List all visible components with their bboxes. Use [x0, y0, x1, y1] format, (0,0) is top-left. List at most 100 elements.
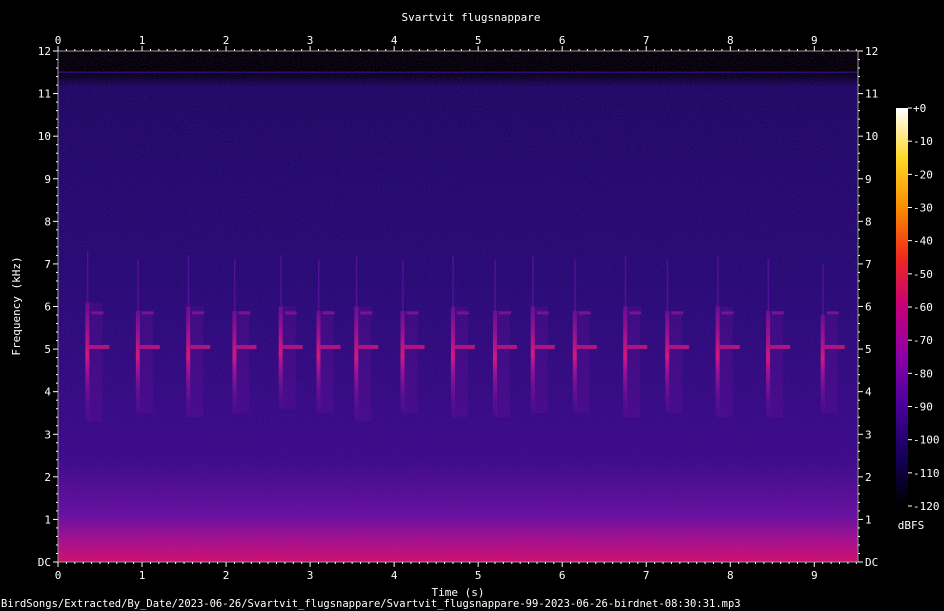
colorbar-tick-label: -50: [913, 268, 933, 281]
colorbar-tick-label: +0: [913, 102, 926, 115]
syllable-glow: [281, 306, 296, 409]
x-axis-top: 0 1 2 3 4 5 6 7 8 9: [55, 34, 857, 51]
syllable-glow: [403, 310, 418, 413]
spectrogram-chart: Svartvit flugsnappare 0123456789 0123456…: [1, 11, 940, 610]
syllable-trail: [402, 259, 404, 311]
syllable-trail: [624, 255, 627, 307]
syllable-glow: [235, 310, 250, 413]
colorbar-label: dBFS: [898, 519, 925, 532]
y-tick-label: 6: [44, 301, 51, 314]
x-tick-label: 8: [727, 569, 734, 582]
y-tick-label-right: 3: [865, 428, 872, 441]
x-tick-label: 3: [307, 569, 314, 582]
colorbar-tick-label: -120: [913, 500, 940, 513]
colorbar-tick-label: -110: [913, 467, 940, 480]
syllable-glow: [718, 306, 733, 418]
syllable-trail: [767, 259, 770, 311]
y-tick-label: 7: [44, 258, 51, 271]
syllable-trail: [717, 255, 719, 307]
syllable-glow: [495, 310, 510, 418]
syllable-harmonic: [826, 311, 839, 315]
colorbar-tick-label: -100: [913, 434, 940, 447]
syllable-trail: [233, 259, 236, 311]
y-tick-label: 2: [44, 471, 51, 484]
syllable-trail: [452, 255, 454, 307]
x-tick-label: 6: [559, 569, 566, 582]
x-tick-label-top: 1: [139, 34, 146, 47]
x-tick-label-top: 5: [475, 34, 482, 47]
colorbar-tick-label: -30: [913, 202, 933, 215]
y-tick-label-right: 10: [865, 130, 878, 143]
y-tick-label-right: 12: [865, 45, 878, 58]
syllable-glow: [626, 306, 641, 418]
footer-file-path: BirdSongs/Extracted/By_Date/2023-06-26/S…: [1, 598, 741, 610]
colorbar-strip: [896, 108, 908, 506]
colorbar-tick-label: -90: [913, 401, 933, 414]
colorbar-tick-label: -60: [913, 301, 933, 314]
x-tick-label: 7: [643, 569, 650, 582]
syllable-trail: [355, 255, 358, 307]
colorbar-tick-label: -80: [913, 367, 933, 380]
spectrogram-figure: Svartvit flugsnappare 0123456789 0123456…: [0, 0, 944, 611]
syllable-glow: [668, 310, 683, 413]
y-tick-label: 9: [44, 173, 51, 186]
y-tick-label: DC: [38, 556, 51, 569]
y-tick-label: 3: [44, 428, 51, 441]
y-tick-label-right: 11: [865, 88, 878, 101]
y-tick-label: 8: [44, 215, 51, 228]
chart-title: Svartvit flugsnappare: [401, 11, 540, 24]
syllable-glow: [533, 306, 548, 413]
colorbar-ticks: +0 -10 -20 -30 -40 -50 -60 -70 -80 -90 -100 -110 -12…: [908, 102, 940, 513]
plot-area: [57, 50, 859, 563]
x-tick-label-top: 4: [391, 34, 398, 47]
x-tick-label: 5: [475, 569, 482, 582]
x-tick-label-top: 6: [559, 34, 566, 47]
y-tick-label-right: 8: [865, 215, 872, 228]
y-tick-label: 1: [44, 513, 51, 526]
y-tick-label-right: 5: [865, 343, 872, 356]
syllable-glow: [823, 315, 838, 413]
syllable-glow: [453, 306, 468, 418]
y-axis-right: DC123456789101112: [858, 45, 878, 569]
x-tick-label: 1: [139, 569, 146, 582]
syllable-trail: [280, 255, 282, 307]
x-tick-label-top: 9: [811, 34, 818, 47]
y-tick-label: 12: [38, 45, 51, 58]
x-tick-label: 9: [811, 569, 818, 582]
y-tick-label-right: 1: [865, 513, 872, 526]
syllable-trail: [187, 255, 190, 307]
y-tick-label-right: 7: [865, 258, 872, 271]
colorbar-tick-label: -40: [913, 235, 933, 248]
y-axis-left: DC123456789101112: [38, 45, 58, 569]
y-tick-label-right: 6: [865, 301, 872, 314]
x-tick-label: 4: [391, 569, 398, 582]
syllable-trail: [822, 263, 824, 316]
syllable-trail: [494, 259, 496, 311]
x-tick-label-top: 0: [55, 34, 62, 47]
y-tick-label: 4: [44, 386, 51, 399]
y-axis-label: Frequency (kHz): [10, 256, 23, 355]
x-tick-label: 0: [55, 569, 62, 582]
syllable-glow: [88, 302, 103, 422]
colorbar-tick-label: -10: [913, 135, 933, 148]
syllable-trail: [532, 255, 534, 307]
y-tick-label-right: 4: [865, 386, 872, 399]
y-tick-label: 10: [38, 130, 51, 143]
syllable-trail: [574, 259, 576, 311]
y-tick-label-right: 2: [865, 471, 872, 484]
syllable-glow: [357, 306, 372, 422]
x-axis-bottom: 0 1 2 3 4 5 6 7 8 9: [55, 562, 857, 582]
x-tick-label: 2: [223, 569, 230, 582]
y-tick-label: 11: [38, 88, 51, 101]
y-tick-label-right: 9: [865, 173, 872, 186]
syllable-trail: [666, 259, 669, 311]
x-tick-label-top: 7: [643, 34, 650, 47]
syllable-glow: [319, 310, 334, 413]
x-tick-label-top: 3: [307, 34, 314, 47]
syllable-trail: [86, 251, 89, 303]
colorbar-tick-label: -70: [913, 334, 933, 347]
syllable-trail: [137, 259, 139, 311]
y-tick-label-right: DC: [865, 556, 878, 569]
x-tick-label-top: 2: [223, 34, 230, 47]
syllable-glow: [189, 306, 204, 418]
